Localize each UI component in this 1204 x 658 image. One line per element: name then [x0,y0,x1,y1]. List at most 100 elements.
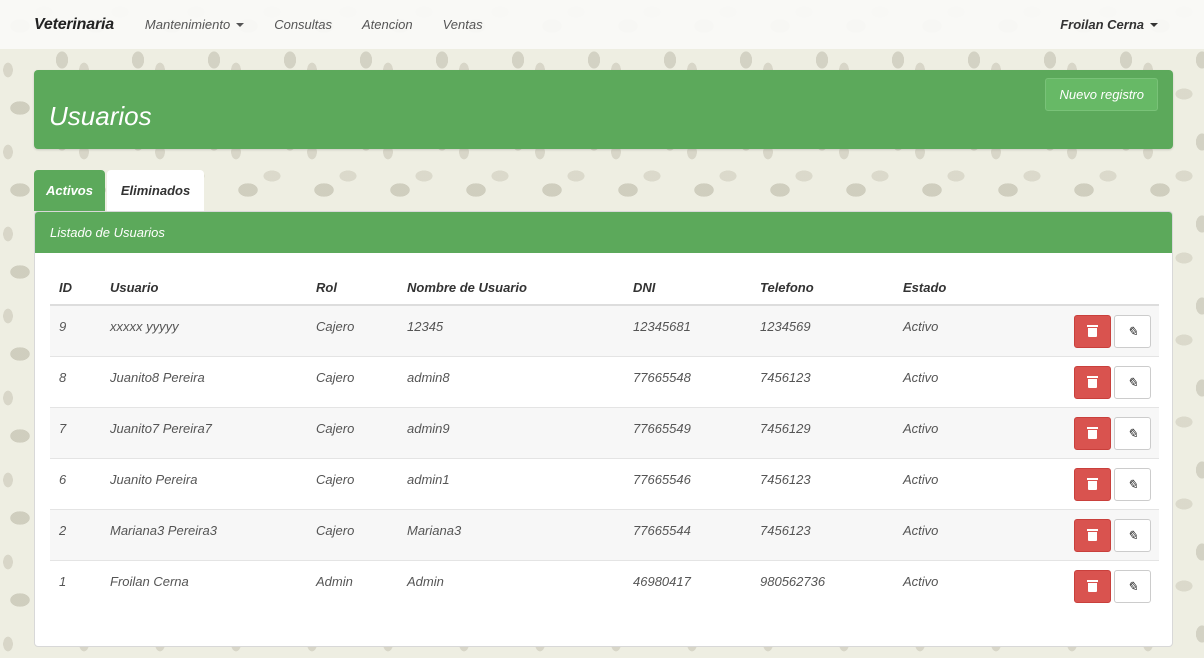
cell-estado: Activo [894,406,1024,458]
page-title: Usuarios [49,101,152,131]
cell-dni: 46980417 [624,559,751,611]
row-actions: ✎ [1024,355,1159,407]
row-actions: ✎ [1024,508,1159,560]
row-actions: ✎ [1024,406,1159,458]
user-menu[interactable]: Froilan Cerna [1060,17,1158,32]
nav-item-label: Mantenimiento [144,17,231,32]
nav-item-ventas[interactable]: Ventas [443,17,483,32]
nav-item-label: Ventas [442,17,483,32]
cell-usuario: Froilan Cerna [101,559,307,611]
pencil-icon: ✎ [1127,374,1138,390]
cell-id: 6 [50,457,101,509]
users-list-panel: Listado de Usuarios ID Usuario Rol Nombr… [34,211,1173,647]
cell-estado: Activo [894,457,1024,509]
cell-nombre-usuario: admin9 [398,406,624,458]
caret-down-icon [1150,22,1158,27]
nav-item-consultas[interactable]: Consultas [274,17,332,32]
delete-button[interactable] [1074,467,1111,501]
delete-button[interactable] [1074,365,1111,399]
table-row: 2 Mariana3 Pereira3 Cajero Mariana3 77665544… [50,508,1159,560]
column-header-id: ID [50,271,101,306]
column-header-nombre-usuario: Nombre de Usuario [398,271,624,306]
table-row: 6 Juanito Pereira Cajero admin1 77665546 7456… [50,457,1159,509]
delete-button[interactable] [1074,569,1111,603]
row-actions: ✎ [1024,559,1159,611]
pencil-icon: ✎ [1127,476,1138,492]
cell-rol: Cajero [307,457,398,509]
nav-item-label: Atencion [362,17,413,32]
edit-button[interactable]: ✎ [1114,365,1151,399]
cell-dni: 12345681 [624,304,751,356]
user-name: Froilan Cerna [1060,17,1144,32]
edit-button[interactable]: ✎ [1114,315,1151,348]
cell-telefono: 1234569 [751,304,894,356]
table-row: 7 Juanito7 Pereira7 Cajero admin9 77665549 74… [50,406,1159,458]
delete-button[interactable] [1074,518,1111,552]
new-record-button[interactable]: Nuevo registro [1045,78,1158,111]
table-row: 9 xxxxx yyyyy Cajero 12345 12345681 1234569 Ac… [50,304,1159,356]
cell-telefono: 7456129 [751,406,894,458]
tab-activos[interactable]: Activos [34,170,105,211]
delete-button[interactable] [1074,315,1111,348]
column-header-actions [1024,271,1159,306]
trash-icon [1087,426,1098,439]
brand-logo[interactable]: Veterinaria [34,16,114,34]
table-row: 1 Froilan Cerna Admin Admin 46980417 98056273… [50,559,1159,611]
pencil-icon: ✎ [1127,578,1138,594]
cell-estado: Activo [894,559,1024,611]
tabs: Activos Eliminados [34,170,206,211]
cell-nombre-usuario: Admin [398,559,624,611]
cell-usuario: Mariana3 Pereira3 [101,508,307,560]
trash-icon [1087,325,1098,337]
delete-button[interactable] [1074,416,1111,450]
column-header-usuario: Usuario [101,271,307,306]
cell-nombre-usuario: 12345 [398,304,624,356]
cell-telefono: 980562736 [751,559,894,611]
cell-nombre-usuario: admin8 [398,355,624,407]
tab-eliminados[interactable]: Eliminados [107,170,204,211]
table-row: 8 Juanito8 Pereira Cajero admin8 77665548 745… [50,355,1159,407]
cell-dni: 77665546 [624,457,751,509]
list-heading: Listado de Usuarios [35,212,1172,253]
cell-id: 9 [50,304,101,356]
nav-links: Mantenimiento Consultas Atencion Ventas [145,17,513,32]
nav-item-mantenimiento[interactable]: Mantenimiento [144,17,245,32]
edit-button[interactable]: ✎ [1114,467,1151,501]
cell-rol: Admin [307,559,398,611]
cell-nombre-usuario: admin1 [398,457,624,509]
cell-rol: Cajero [307,406,398,458]
trash-icon [1087,375,1098,388]
cell-telefono: 7456123 [751,355,894,407]
column-header-estado: Estado [894,271,1024,306]
page-header-panel: Usuarios Nuevo registro [34,70,1173,149]
table-header-row: ID Usuario Rol Nombre de Usuario DNI Tel… [50,271,1159,306]
cell-usuario: Juanito7 Pereira7 [101,406,307,458]
trash-icon [1087,579,1098,592]
top-navbar: Veterinaria Mantenimiento Consultas Aten… [0,0,1204,49]
cell-id: 1 [50,559,101,611]
pencil-icon: ✎ [1127,425,1138,441]
cell-id: 2 [50,508,101,560]
column-header-rol: Rol [307,271,398,306]
cell-id: 8 [50,355,101,407]
row-actions: ✎ [1024,457,1159,509]
cell-usuario: Juanito8 Pereira [101,355,307,407]
cell-estado: Activo [894,355,1024,407]
column-header-dni: DNI [624,271,751,306]
cell-estado: Activo [894,508,1024,560]
cell-rol: Cajero [307,355,398,407]
edit-button[interactable]: ✎ [1114,569,1151,603]
pencil-icon: ✎ [1127,324,1138,339]
trash-icon [1087,477,1098,490]
cell-dni: 77665549 [624,406,751,458]
cell-rol: Cajero [307,508,398,560]
nav-item-atencion[interactable]: Atencion [362,17,413,32]
edit-button[interactable]: ✎ [1114,518,1151,552]
cell-telefono: 7456123 [751,508,894,560]
cell-dni: 77665548 [624,355,751,407]
nav-item-label: Consultas [274,17,333,32]
cell-id: 7 [50,406,101,458]
cell-dni: 77665544 [624,508,751,560]
users-table: ID Usuario Rol Nombre de Usuario DNI Tel… [50,271,1159,611]
edit-button[interactable]: ✎ [1114,416,1151,450]
